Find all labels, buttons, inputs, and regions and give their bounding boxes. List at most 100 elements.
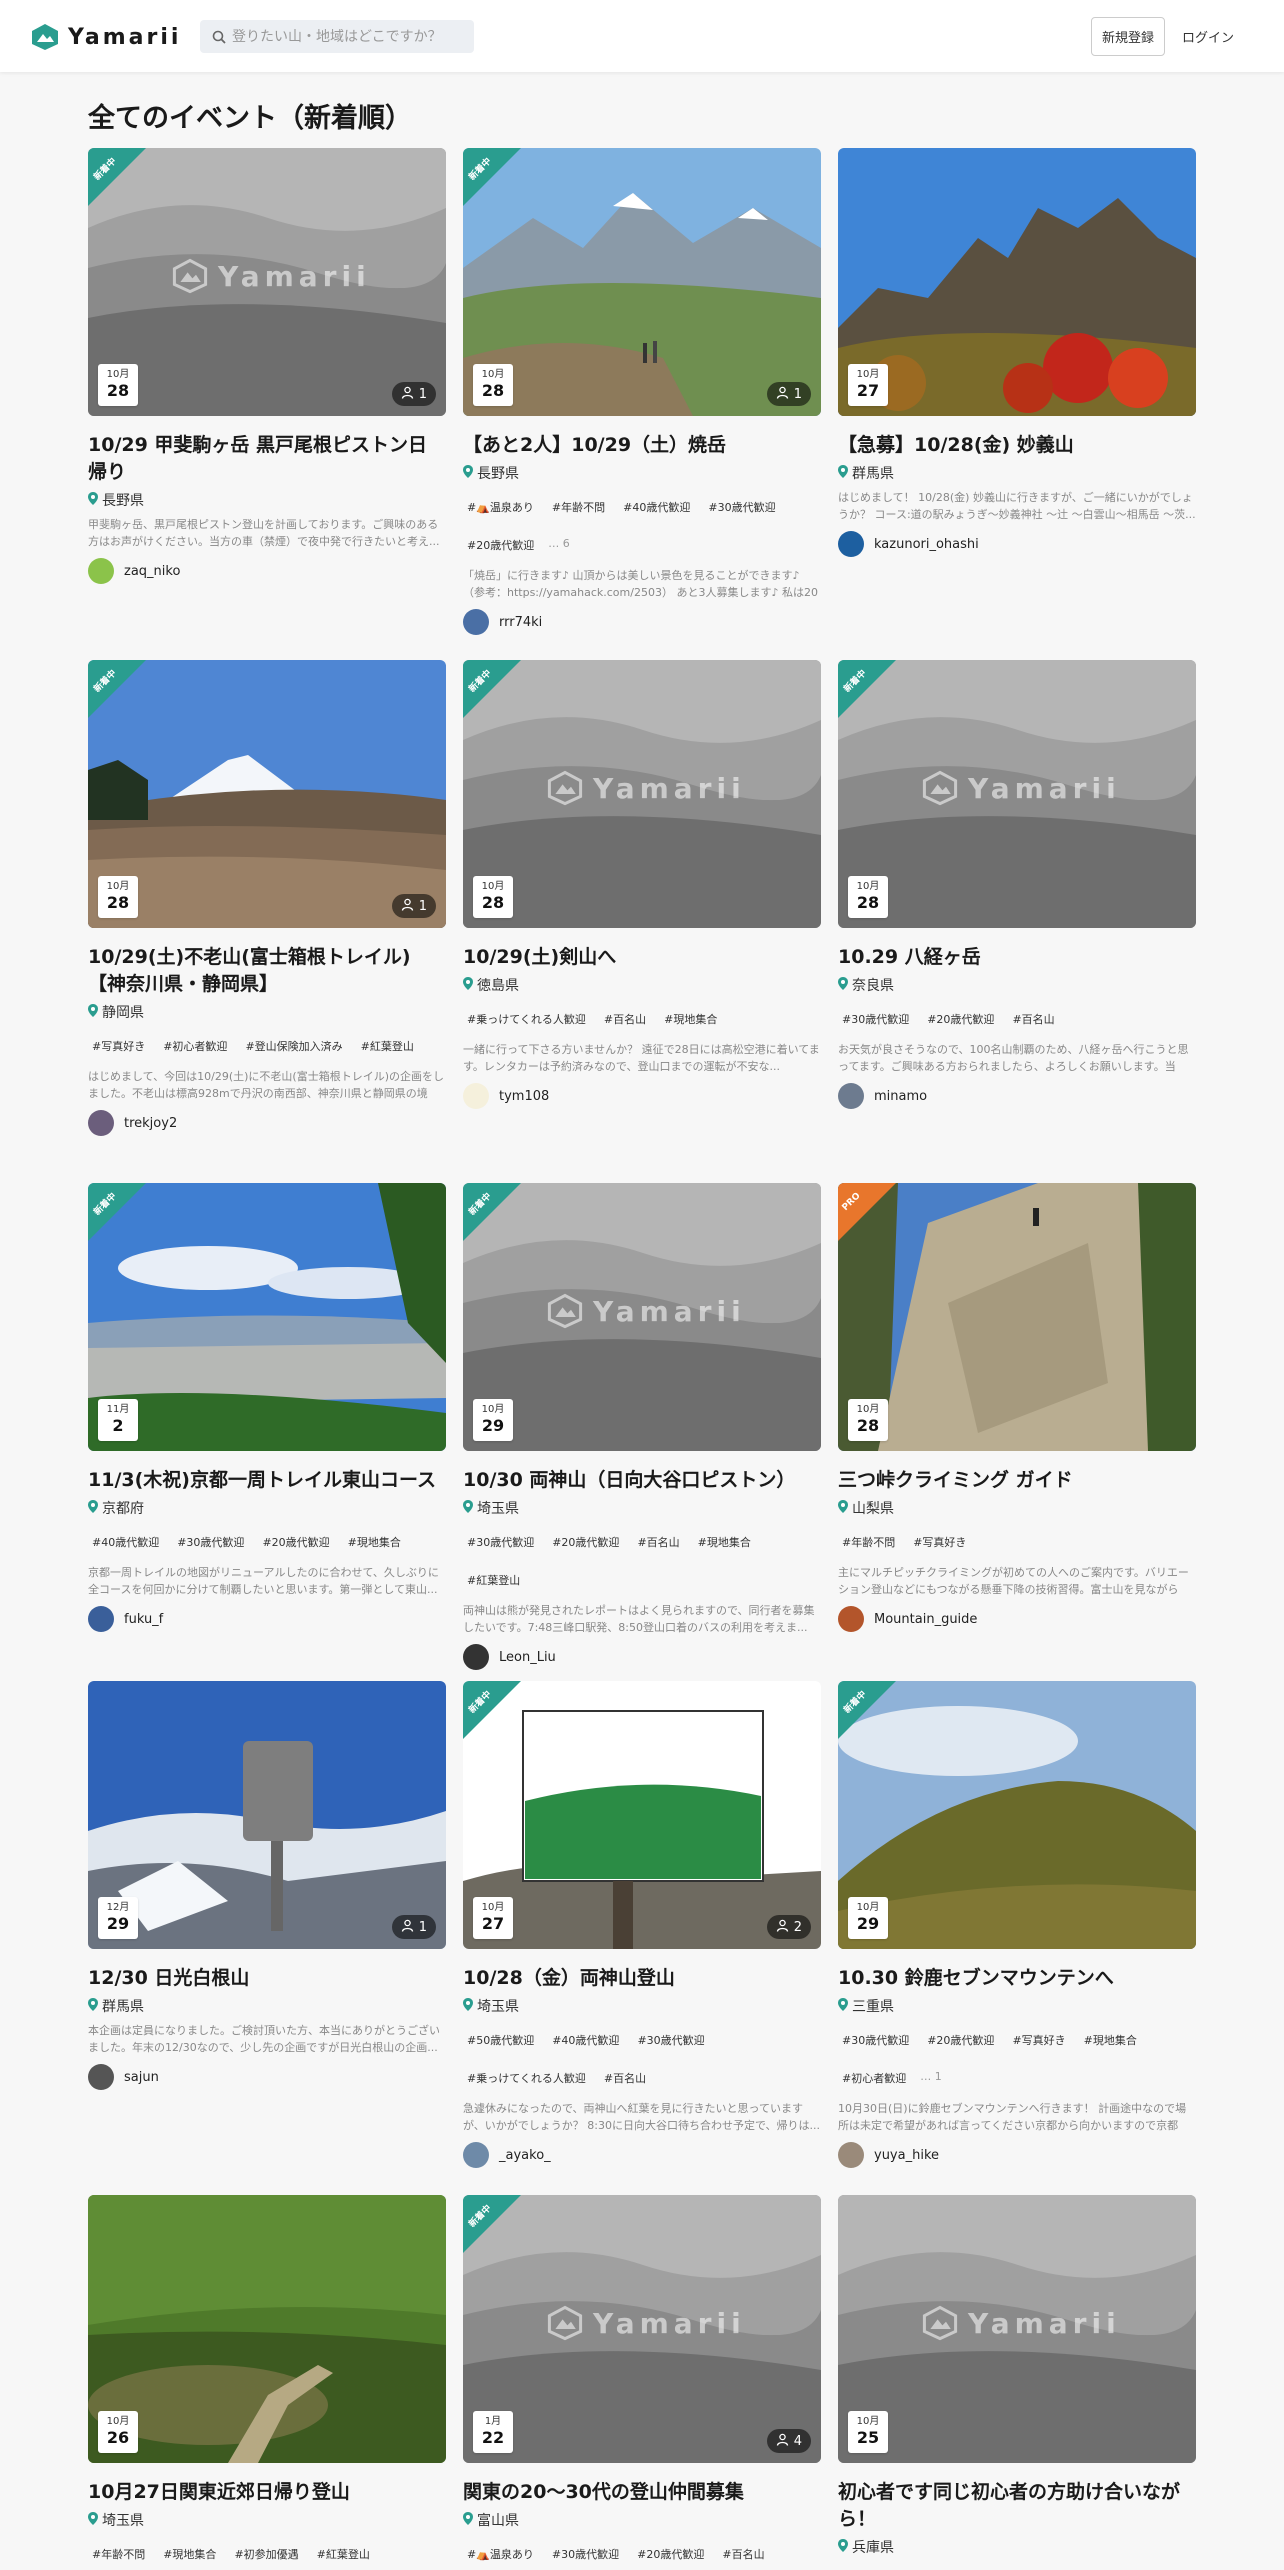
tag[interactable]: #写真好き	[1008, 2024, 1069, 2056]
tag[interactable]: #初心者歓迎	[159, 1030, 231, 1062]
tag[interactable]: #30歳代歓迎	[173, 1526, 248, 1558]
tag[interactable]: #現地集合	[660, 1003, 721, 1035]
tag[interactable]: #百名山	[600, 1003, 650, 1035]
tag[interactable]: #20歳代歓迎	[633, 2538, 708, 2570]
more-tags[interactable]: … 1	[920, 2062, 942, 2094]
event-title[interactable]: 【あと2人】10/29（土）焼岳	[463, 432, 821, 459]
organizer[interactable]: _ayako_	[463, 2142, 821, 2168]
event-card[interactable]: Yamarii 新着中 10月 28 10.29 八経ヶ岳 奈良県 #30歳代歓迎 #2…	[838, 660, 1196, 1109]
event-thumbnail[interactable]: 12月 29 1	[88, 1681, 446, 1949]
tag[interactable]: #乗っけてくれる人歓迎	[463, 1003, 590, 1035]
tag[interactable]: #現地集合	[694, 1526, 755, 1558]
tag[interactable]: #20歳代歓迎	[923, 2024, 998, 2056]
tag[interactable]: #紅葉登山	[463, 1564, 524, 1596]
event-title[interactable]: 10/30 両神山（日向大谷口ピストン）	[463, 1467, 821, 1494]
event-thumbnail[interactable]: Yamarii 10月 25	[838, 2195, 1196, 2463]
tag[interactable]: #30歳代歓迎	[838, 2024, 913, 2056]
event-thumbnail[interactable]: Yamarii 新着中 10月 28	[463, 660, 821, 928]
organizer[interactable]: trekjoy2	[88, 1110, 446, 1136]
tag[interactable]: #紅葉登山	[313, 2538, 374, 2570]
event-thumbnail[interactable]: Yamarii 新着中 10月 29	[463, 1183, 821, 1451]
tag[interactable]: #百名山	[718, 2538, 768, 2570]
event-title[interactable]: 12/30 日光白根山	[88, 1965, 446, 1992]
tag[interactable]: #現地集合	[159, 2538, 220, 2570]
login-link[interactable]: ログイン	[1182, 17, 1234, 56]
organizer[interactable]: sajun	[88, 2064, 446, 2090]
tag[interactable]: #百名山	[600, 2062, 650, 2094]
event-thumbnail[interactable]: Yamarii 新着中 1月 22 4	[463, 2195, 821, 2463]
event-card[interactable]: Yamarii 新着中 1月 22 4 関東の20〜30代の登山仲間募集 富山県 #⛺温…	[463, 2195, 821, 2570]
event-title[interactable]: 初心者です同じ初心者の方助け合いながら！	[838, 2479, 1196, 2533]
tag[interactable]: #⛺温泉あり	[463, 491, 538, 523]
event-thumbnail[interactable]: 新着中 11月 2	[88, 1183, 446, 1451]
tag[interactable]: #乗っけてくれる人歓迎	[463, 2062, 590, 2094]
event-card[interactable]: 新着中 10月 27 2 10/28（金）両神山登山 埼玉県 #50歳代歓迎 #40歳代歓…	[463, 1681, 821, 2168]
organizer[interactable]: minamo	[838, 1083, 1196, 1109]
tag[interactable]: #百名山	[633, 1526, 683, 1558]
event-card[interactable]: 新着中 10月 28 1 【あと2人】10/29（土）焼岳 長野県 #⛺温泉あり #年齢不…	[463, 148, 821, 635]
event-title[interactable]: 10/29(土)剣山へ	[463, 944, 821, 971]
organizer[interactable]: yuya_hike	[838, 2142, 1196, 2168]
event-title[interactable]: 10月27日関東近郊日帰り登山	[88, 2479, 446, 2506]
tag[interactable]: #20歳代歓迎	[923, 1003, 998, 1035]
event-card[interactable]: Yamarii 新着中 10月 29 10/30 両神山（日向大谷口ピストン） 埼玉…	[463, 1183, 821, 1670]
logo[interactable]: Yamarii	[30, 20, 181, 54]
organizer[interactable]: tym108	[463, 1083, 821, 1109]
event-thumbnail[interactable]: Yamarii 新着中 10月 28 1	[88, 148, 446, 416]
event-thumbnail[interactable]: 新着中 10月 27 2	[463, 1681, 821, 1949]
more-tags[interactable]: … 6	[548, 529, 570, 561]
event-title[interactable]: 【急募】10/28(金) 妙義山	[838, 432, 1196, 459]
tag[interactable]: #初心者歓迎	[838, 2062, 910, 2094]
organizer[interactable]: rrr74ki	[463, 609, 821, 635]
tag[interactable]: #紅葉登山	[357, 1030, 418, 1062]
event-title[interactable]: 三つ峠クライミング ガイド	[838, 1467, 1196, 1494]
organizer[interactable]: Leon_Liu	[463, 1644, 821, 1670]
tag[interactable]: #40歳代歓迎	[88, 1526, 163, 1558]
event-title[interactable]: 10/29 甲斐駒ヶ岳 黒戸尾根ピストン日帰り	[88, 432, 446, 486]
event-title[interactable]: 10.29 八経ヶ岳	[838, 944, 1196, 971]
event-card[interactable]: 新着中 11月 2 11/3(木祝)京都一周トレイル東山コース 京都府 #40歳代歓迎…	[88, 1183, 446, 1632]
organizer[interactable]: kazunori_ohashi	[838, 531, 1196, 557]
tag[interactable]: #40歳代歓迎	[619, 491, 694, 523]
tag[interactable]: #20歳代歓迎	[258, 1526, 333, 1558]
tag[interactable]: #登山保険加入済み	[241, 1030, 346, 1062]
event-card[interactable]: PRO 10月 28 三つ峠クライミング ガイド 山梨県 #年齢不問 #写真好き 主にマル…	[838, 1183, 1196, 1632]
event-card[interactable]: Yamarii 10月 25 初心者です同じ初心者の方助け合いながら！ 兵庫県	[838, 2195, 1196, 2557]
event-card[interactable]: 12月 29 1 12/30 日光白根山 群馬県 本企画は定員になりました。ご検討頂いた…	[88, 1681, 446, 2090]
tag[interactable]: #写真好き	[909, 1526, 970, 1558]
tag[interactable]: #年齢不問	[88, 2538, 149, 2570]
event-thumbnail[interactable]: 新着中 10月 28 1	[463, 148, 821, 416]
tag[interactable]: #百名山	[1008, 1003, 1058, 1035]
tag[interactable]: #初参加優遇	[230, 2538, 302, 2570]
signup-button[interactable]: 新規登録	[1091, 17, 1165, 56]
tag[interactable]: #50歳代歓迎	[463, 2024, 538, 2056]
search-box[interactable]	[200, 20, 474, 53]
tag[interactable]: #40歳代歓迎	[548, 2024, 623, 2056]
event-card[interactable]: 新着中 10月 28 1 10/29(土)不老山(富士箱根トレイル)【神奈川県・静岡…	[88, 660, 446, 1136]
organizer[interactable]: zaq_niko	[88, 558, 446, 584]
tag[interactable]: #30歳代歓迎	[548, 2538, 623, 2570]
event-title[interactable]: 10.30 鈴鹿セブンマウンテンへ	[838, 1965, 1196, 1992]
event-thumbnail[interactable]: 新着中 10月 28 1	[88, 660, 446, 928]
event-thumbnail[interactable]: 10月 26	[88, 2195, 446, 2463]
tag[interactable]: #20歳代歓迎	[463, 529, 538, 561]
event-thumbnail[interactable]: 10月 27	[838, 148, 1196, 416]
tag[interactable]: #写真好き	[88, 1030, 149, 1062]
organizer[interactable]: fuku_f	[88, 1606, 446, 1632]
event-title[interactable]: 10/29(土)不老山(富士箱根トレイル)【神奈川県・静岡県】	[88, 944, 446, 998]
organizer[interactable]: Mountain_guide	[838, 1606, 1196, 1632]
search-input[interactable]	[232, 28, 462, 45]
event-card[interactable]: Yamarii 新着中 10月 28 10/29(土)剣山へ 徳島県 #乗っけてくれる…	[463, 660, 821, 1109]
tag[interactable]: #30歳代歓迎	[838, 1003, 913, 1035]
event-thumbnail[interactable]: Yamarii 新着中 10月 28	[838, 660, 1196, 928]
tag[interactable]: #⛺温泉あり	[463, 2538, 538, 2570]
event-title[interactable]: 11/3(木祝)京都一周トレイル東山コース	[88, 1467, 446, 1494]
tag[interactable]: #年齢不問	[548, 491, 609, 523]
tag[interactable]: #現地集合	[344, 1526, 405, 1558]
tag[interactable]: #30歳代歓迎	[704, 491, 779, 523]
event-thumbnail[interactable]: 新着中 10月 29	[838, 1681, 1196, 1949]
tag[interactable]: #現地集合	[1080, 2024, 1141, 2056]
tag[interactable]: #30歳代歓迎	[633, 2024, 708, 2056]
event-title[interactable]: 10/28（金）両神山登山	[463, 1965, 821, 1992]
event-card[interactable]: Yamarii 新着中 10月 28 1 10/29 甲斐駒ヶ岳 黒戸尾根ピストン日…	[88, 148, 446, 584]
